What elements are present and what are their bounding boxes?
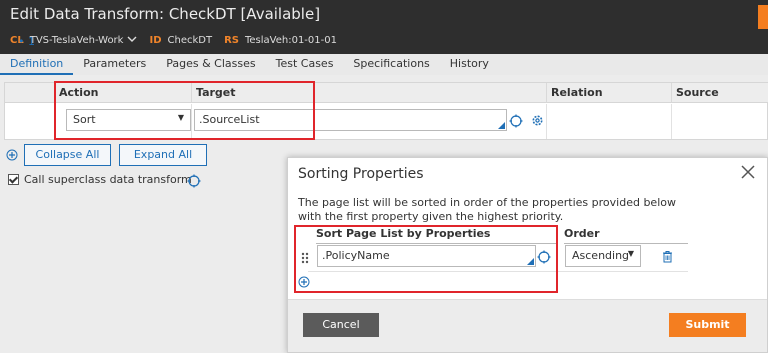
dialog-description: The page list will be sorted in order of…	[298, 196, 676, 223]
meta-key-id: ID	[149, 35, 162, 46]
crosshair-icon[interactable]	[509, 114, 523, 128]
tab-specifications[interactable]: Specifications	[343, 54, 439, 75]
autocomplete-corner-icon	[498, 122, 505, 129]
meta-value-id: CheckDT	[167, 35, 213, 46]
highlight-box-action-target	[54, 81, 315, 140]
collapse-all-button[interactable]: Collapse All	[24, 144, 111, 166]
grid-header-relation: Relation	[547, 83, 672, 103]
header-order: Order	[564, 226, 688, 244]
chevron-down-icon[interactable]	[127, 36, 137, 46]
highlight-box-sort-properties	[294, 225, 558, 293]
rule-meta: CL TVS-TeslaVeh-Work ID CheckDT RS Tesla…	[10, 35, 349, 46]
meta-value-class[interactable]: TVS-TeslaVeh-Work	[30, 35, 124, 46]
tab-definition[interactable]: Definition	[0, 54, 74, 75]
call-superclass-label: Call superclass data transform	[24, 173, 192, 186]
trash-icon[interactable]	[662, 250, 673, 263]
meta-value-ruleset: TeslaVeh:01-01-01	[244, 35, 337, 46]
order-select-value: Ascending	[572, 249, 630, 262]
cancel-button[interactable]: Cancel	[303, 313, 379, 337]
tab-history[interactable]: History	[440, 54, 499, 75]
close-icon[interactable]	[741, 165, 755, 183]
call-superclass-checkbox[interactable]	[8, 174, 19, 185]
dialog-footer: Cancel Submit	[288, 299, 767, 352]
grid-cell-relation	[547, 104, 672, 139]
order-select[interactable]: Ascending ▼	[565, 245, 641, 267]
gear-icon[interactable]	[531, 114, 544, 127]
crosshair-icon[interactable]	[187, 174, 201, 188]
tab-bar: Definition Parameters Pages & Classes Te…	[0, 54, 768, 75]
tab-test-cases[interactable]: Test Cases	[266, 54, 344, 75]
meta-key-rs: RS	[224, 35, 239, 46]
grid-cell-index	[5, 104, 55, 139]
submit-button[interactable]: Submit	[669, 313, 746, 337]
header-bar: Edit Data Transform: CheckDT [Available]…	[0, 0, 768, 54]
tab-pages-classes[interactable]: Pages & Classes	[156, 54, 265, 75]
header-accent	[758, 5, 768, 29]
expand-all-button[interactable]: Expand All	[119, 144, 207, 166]
dialog-title: Sorting Properties	[298, 166, 424, 182]
sorting-properties-dialog: Sorting Properties The page list will be…	[287, 157, 768, 353]
grid-header-index	[5, 83, 55, 103]
dropdown-arrow-icon: ▼	[627, 249, 634, 258]
page-title: Edit Data Transform: CheckDT [Available]	[10, 5, 321, 23]
row-number[interactable]: • 1	[18, 35, 35, 48]
tab-parameters[interactable]: Parameters	[73, 54, 156, 75]
add-circle-icon[interactable]	[6, 149, 18, 161]
grid-header-source: Source	[672, 83, 768, 103]
